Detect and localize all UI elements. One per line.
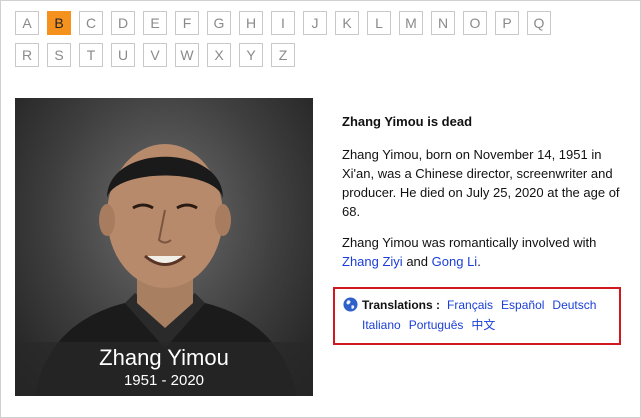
portrait-photo: Zhang Yimou 1951 - 2020	[15, 98, 313, 396]
partner-link-gong-li[interactable]: Gong Li	[432, 254, 478, 269]
translations-line-1: Translations : Français Español Deutsch	[343, 297, 611, 312]
letter-k-button[interactable]: K	[335, 11, 359, 35]
letter-b-button[interactable]: B	[47, 11, 71, 35]
letter-l-button[interactable]: L	[367, 11, 391, 35]
translation-link-0[interactable]: Français	[447, 298, 493, 312]
letter-q-button[interactable]: Q	[527, 11, 551, 35]
letter-a-button[interactable]: A	[15, 11, 39, 35]
partner-link-zhang-ziyi[interactable]: Zhang Ziyi	[342, 254, 403, 269]
article-title: Zhang Yimou is dead	[342, 114, 473, 129]
letter-o-button[interactable]: O	[463, 11, 487, 35]
letter-n-button[interactable]: N	[431, 11, 455, 35]
letter-r-button[interactable]: R	[15, 43, 39, 67]
article-bio: Zhang Yimou, born on November 14, 1951 i…	[342, 147, 620, 219]
letter-c-button[interactable]: C	[79, 11, 103, 35]
caption-name: Zhang Yimou	[99, 345, 229, 370]
letter-t-button[interactable]: T	[79, 43, 103, 67]
letter-p-button[interactable]: P	[495, 11, 519, 35]
letter-j-button[interactable]: J	[303, 11, 327, 35]
letter-w-button[interactable]: W	[175, 43, 199, 67]
letter-f-button[interactable]: F	[175, 11, 199, 35]
translation-link-3[interactable]: Italiano	[362, 318, 401, 332]
letter-z-button[interactable]: Z	[271, 43, 295, 67]
translations-label: Translations :	[362, 297, 441, 312]
letter-i-button[interactable]: I	[271, 11, 295, 35]
letter-u-button[interactable]: U	[111, 43, 135, 67]
article-content: Zhang Yimou is dead Zhang Yimou, born on…	[342, 112, 622, 283]
letter-s-button[interactable]: S	[47, 43, 71, 67]
letter-g-button[interactable]: G	[207, 11, 231, 35]
and-text: and	[406, 254, 429, 269]
alphabet-index: ABCDEFGHIJKLMNOPQ RSTUVWXYZ	[15, 11, 615, 75]
alphabet-row-1: ABCDEFGHIJKLMNOPQ	[15, 11, 615, 35]
period-text: .	[477, 254, 481, 269]
globe-icon	[343, 297, 358, 312]
portrait-caption: Zhang Yimou 1951 - 2020	[15, 342, 313, 396]
letter-m-button[interactable]: M	[399, 11, 423, 35]
alphabet-row-2: RSTUVWXYZ	[15, 43, 615, 67]
translation-link-2[interactable]: Deutsch	[552, 298, 596, 312]
letter-d-button[interactable]: D	[111, 11, 135, 35]
translation-link-5[interactable]: 中文	[471, 318, 495, 332]
article-relationships: Zhang Yimou was romantically involved wi…	[342, 233, 622, 271]
translations-line-2: Italiano Português 中文	[362, 316, 611, 333]
letter-v-button[interactable]: V	[143, 43, 167, 67]
letter-h-button[interactable]: H	[239, 11, 263, 35]
letter-x-button[interactable]: X	[207, 43, 231, 67]
translation-link-1[interactable]: Español	[501, 298, 544, 312]
translation-link-4[interactable]: Português	[409, 318, 464, 332]
translations-box: Translations : Français Español Deutsch It…	[333, 287, 621, 345]
caption-years: 1951 - 2020	[123, 372, 205, 389]
letter-e-button[interactable]: E	[143, 11, 167, 35]
letter-y-button[interactable]: Y	[239, 43, 263, 67]
relationship-text: Zhang Yimou was romantically involved wi…	[342, 235, 597, 250]
